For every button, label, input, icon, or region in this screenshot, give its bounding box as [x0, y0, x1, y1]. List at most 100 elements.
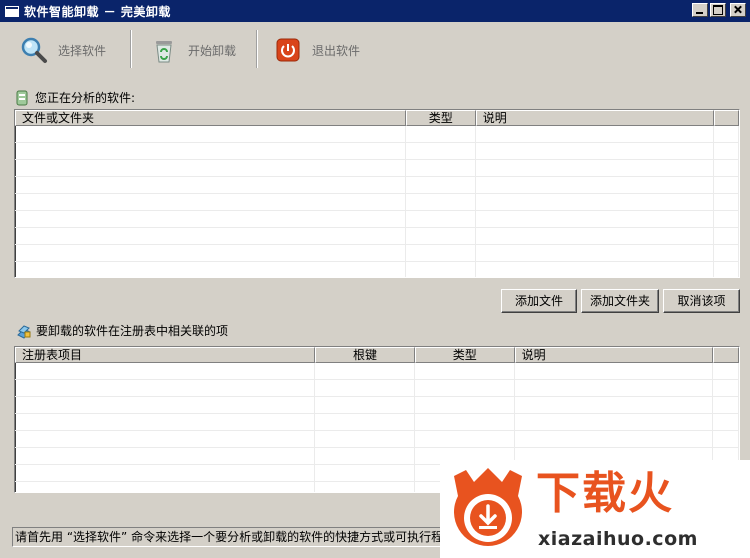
- column-root-key[interactable]: 根键: [315, 347, 415, 363]
- table-row[interactable]: [15, 160, 739, 177]
- table-cell: [15, 363, 316, 379]
- close-button[interactable]: [730, 3, 746, 17]
- table-cell: [406, 245, 476, 261]
- table-row[interactable]: [15, 363, 739, 380]
- window-title: 软件智能卸载 － 完美卸载: [24, 4, 171, 19]
- table-cell: [15, 414, 316, 430]
- table-cell: [406, 228, 476, 244]
- add-file-button[interactable]: 添加文件: [501, 289, 577, 313]
- select-software-button[interactable]: 选择软件: [20, 34, 106, 66]
- table-cell: [15, 465, 316, 481]
- table-cell: [515, 380, 714, 396]
- column-filler: [713, 347, 739, 363]
- watermark-brand: 下载火: [536, 468, 674, 519]
- registry-grid-header: 注册表项目 根键 类型 说明: [15, 347, 739, 363]
- table-row[interactable]: [15, 397, 739, 414]
- registry-icon: [16, 323, 31, 339]
- magnifier-icon: [20, 36, 48, 64]
- table-cell: [15, 160, 406, 176]
- table-cell: [315, 431, 415, 447]
- table-cell: [714, 143, 739, 159]
- table-row[interactable]: [15, 194, 739, 211]
- column-registry-item[interactable]: 注册表项目: [15, 347, 316, 363]
- column-registry-description[interactable]: 说明: [514, 347, 714, 363]
- table-row[interactable]: [15, 228, 739, 245]
- table-cell: [714, 262, 739, 277]
- table-cell: [15, 380, 316, 396]
- add-folder-button[interactable]: 添加文件夹: [581, 289, 659, 313]
- table-cell: [476, 194, 715, 210]
- table-cell: [515, 431, 714, 447]
- column-description[interactable]: 说明: [475, 110, 715, 126]
- table-cell: [15, 194, 406, 210]
- status-text: 请首先用 “选择软件” 命令来选择一个要分析或卸载的软件的快捷方式或可执行程序。: [15, 530, 468, 544]
- table-cell: [15, 482, 316, 492]
- table-row[interactable]: [15, 262, 739, 277]
- files-grid[interactable]: 文件或文件夹 类型 说明: [14, 109, 740, 278]
- table-cell: [713, 380, 739, 396]
- column-registry-type[interactable]: 类型: [414, 347, 515, 363]
- table-cell: [15, 177, 406, 193]
- table-cell: [714, 177, 739, 193]
- minimize-button[interactable]: [692, 3, 708, 17]
- column-file-or-folder[interactable]: 文件或文件夹: [15, 110, 406, 126]
- table-row[interactable]: [15, 211, 739, 228]
- table-cell: [315, 363, 415, 379]
- table-cell: [515, 397, 714, 413]
- start-uninstall-button[interactable]: 开始卸载: [150, 34, 236, 66]
- table-row[interactable]: [15, 431, 739, 448]
- table-row[interactable]: [15, 245, 739, 262]
- cancel-item-button[interactable]: 取消该项: [663, 289, 740, 313]
- table-cell: [713, 414, 739, 430]
- table-cell: [315, 465, 415, 481]
- table-cell: [714, 194, 739, 210]
- files-section-title: 您正在分析的软件:: [35, 91, 136, 105]
- window-controls: [692, 3, 746, 17]
- table-cell: [515, 414, 714, 430]
- table-cell: [315, 397, 415, 413]
- table-cell: [476, 160, 715, 176]
- software-icon: [15, 90, 29, 106]
- app-icon: [5, 5, 19, 17]
- table-cell: [714, 211, 739, 227]
- flame-logo-icon: [446, 466, 530, 552]
- table-cell: [713, 431, 739, 447]
- select-software-label: 选择软件: [58, 43, 107, 58]
- table-cell: [406, 143, 476, 159]
- column-filler: [714, 110, 739, 126]
- watermark: 下载火 xiazaihuo.com: [440, 460, 750, 558]
- table-row[interactable]: [15, 143, 739, 160]
- table-cell: [406, 160, 476, 176]
- table-cell: [406, 194, 476, 210]
- table-cell: [406, 262, 476, 277]
- maximize-button[interactable]: [710, 3, 726, 17]
- toolbar-separator: [130, 30, 132, 68]
- registry-section-title: 要卸载的软件在注册表中相关联的项: [36, 324, 229, 338]
- table-row[interactable]: [15, 177, 739, 194]
- table-row[interactable]: [15, 126, 739, 143]
- table-cell: [315, 482, 415, 492]
- table-cell: [476, 262, 715, 277]
- start-uninstall-label: 开始卸载: [188, 43, 237, 58]
- table-row[interactable]: [15, 380, 739, 397]
- column-type[interactable]: 类型: [405, 110, 476, 126]
- table-cell: [315, 414, 415, 430]
- table-row[interactable]: [15, 414, 739, 431]
- table-cell: [15, 448, 316, 464]
- toolbar-separator: [256, 30, 258, 68]
- table-cell: [713, 397, 739, 413]
- table-cell: [315, 448, 415, 464]
- exit-software-button[interactable]: 退出软件: [274, 34, 360, 66]
- table-cell: [15, 143, 406, 159]
- table-cell: [713, 363, 739, 379]
- table-cell: [476, 228, 715, 244]
- table-cell: [406, 211, 476, 227]
- exit-software-label: 退出软件: [312, 43, 361, 58]
- table-cell: [476, 143, 715, 159]
- table-cell: [15, 245, 406, 261]
- table-cell: [476, 245, 715, 261]
- table-cell: [315, 380, 415, 396]
- files-grid-header: 文件或文件夹 类型 说明: [15, 110, 739, 126]
- table-cell: [406, 177, 476, 193]
- table-cell: [714, 245, 739, 261]
